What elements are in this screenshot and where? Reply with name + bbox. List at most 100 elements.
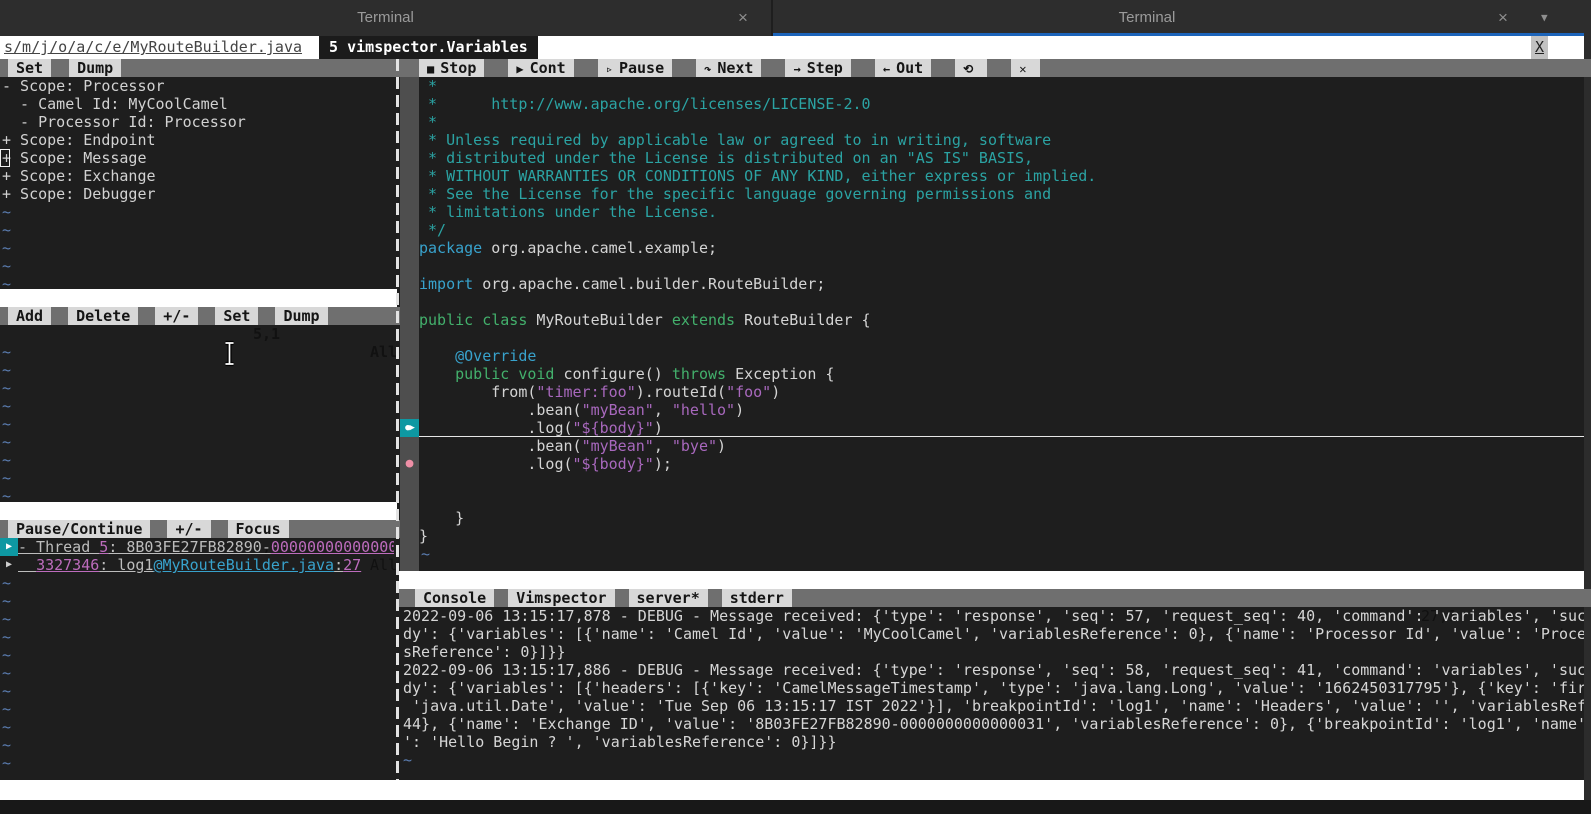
console-log-line: dy': {'variables': [{'name': 'Camel Id',… <box>403 625 1584 643</box>
code-line: .log("${body}") <box>419 419 663 437</box>
close-icon: ✕ <box>1019 62 1026 76</box>
code-line: } <box>419 509 464 527</box>
console-tab-vimspector-button[interactable]: Vimspector <box>508 589 614 607</box>
tilde: ~ <box>2 574 11 592</box>
code-line: from("timer:foo").routeId("foo") <box>419 383 780 401</box>
toolbar-step-button[interactable]: →Step <box>785 59 850 77</box>
tilde: ~ <box>2 275 11 289</box>
variables-set-button[interactable]: Set <box>8 59 51 77</box>
variables-statusline[interactable]: vimspector.Variables [RO] 5,1 All <box>0 289 397 307</box>
toolbar-close-button[interactable]: ✕ <box>1011 59 1040 77</box>
stacktrace-focus-button[interactable]: Focus <box>228 520 289 538</box>
watches-panel: ~~~~~~~~~ <box>0 325 394 502</box>
code-line: * http://www.apache.org/licenses/LICENSE… <box>419 95 871 113</box>
watches-set-button[interactable]: Set <box>215 307 258 325</box>
toolbar-pause-button[interactable]: ▹Pause <box>598 59 672 77</box>
variables-set-label: Set <box>16 59 43 77</box>
watches-delete-button[interactable]: Delete <box>68 307 138 325</box>
sign-column[interactable] <box>400 77 419 571</box>
terminal-title: Terminal <box>773 0 1591 36</box>
watches-dump-label: Dump <box>283 307 319 325</box>
code-line: } <box>419 527 428 545</box>
watches-add-button[interactable]: Add <box>8 307 51 325</box>
watches-statusline[interactable]: vimspector.Watches 0,0-1 All <box>0 502 397 520</box>
stack-frame-line[interactable]: ▶ 3327346: log1@MyRouteBuilder.java:27 <box>0 556 361 574</box>
tilde: ~ <box>2 610 11 628</box>
console-tab-console-button[interactable]: Console <box>415 589 494 607</box>
console-log-line: 2022-09-06 13:15:17,886 - DEBUG - Messag… <box>403 661 1584 679</box>
variable-tree-line[interactable]: + Scope: Exchange <box>2 167 156 185</box>
console-log-line: 'java.util.Date', 'value': 'Tue Sep 06 1… <box>403 697 1584 715</box>
program-counter-sign: ●▶ <box>400 419 419 437</box>
chevron-down-icon[interactable]: ▼ <box>1541 0 1548 36</box>
watches-plus-minus-button[interactable]: +/- <box>155 307 198 325</box>
variable-tree-line[interactable]: + Scope: Message <box>2 149 147 167</box>
stacktrace-pause-continue-button[interactable]: Pause/Continue <box>8 520 150 538</box>
console-log-line: dy': {'variables': [{'headers': [{'key':… <box>403 679 1584 697</box>
tilde: ~ <box>2 203 11 221</box>
code-line: import org.apache.camel.builder.RouteBui… <box>419 275 825 293</box>
bottom-statusline[interactable]: vimspector.StackTrace [RO] 1,1 All _vims… <box>0 780 1584 800</box>
code-editor: * * http://www.apache.org/licenses/LICEN… <box>419 77 1584 571</box>
console-tab-stderr-button[interactable]: stderr <box>722 589 792 607</box>
code-line: * distributed under the License is distr… <box>419 149 1033 167</box>
current-line-underline <box>419 436 1584 437</box>
toolbar-next-label: Next <box>717 59 753 77</box>
tilde: ~ <box>2 592 11 610</box>
vim-command-line <box>0 800 1591 814</box>
console-winbar: Console Vimspector server* stderr <box>399 589 1591 607</box>
tab-vimspector-variables[interactable]: 5 vimspector.Variables <box>319 36 538 59</box>
close-icon[interactable]: × <box>738 0 748 36</box>
toolbar-restart-button[interactable]: ⟲ <box>955 59 987 77</box>
toolbar-next-button[interactable]: ↷ Next <box>696 59 761 77</box>
console-output: 2022-09-06 13:15:17,878 - DEBUG - Messag… <box>399 607 1584 778</box>
pause-icon: ▹ <box>606 62 613 76</box>
tilde: ~ <box>2 361 11 379</box>
variable-tree-line[interactable]: - Processor Id: Processor <box>2 113 246 131</box>
tab-myroutebuilder[interactable]: s/m/j/o/a/c/e/MyRouteBuilder.java <box>0 36 310 59</box>
variables-dump-label: Dump <box>77 59 113 77</box>
next-icon: ↷ <box>704 62 711 76</box>
breakpoint-sign[interactable]: ● <box>400 455 419 473</box>
toolbar-out-button[interactable]: ←Out <box>875 59 931 77</box>
watches-add-label: Add <box>16 307 43 325</box>
tilde: ~ <box>2 754 11 772</box>
console-log-line: 44}, {'name': 'Exchange ID', 'value': '8… <box>403 715 1584 733</box>
variable-tree-line[interactable]: - Camel Id: MyCoolCamel <box>2 95 228 113</box>
code-line: .bean("myBean", "bye") <box>419 437 726 455</box>
tilde: ~ <box>2 433 11 451</box>
console-tab-vimspector-label: Vimspector <box>516 589 606 607</box>
toolbar-continue-button[interactable]: ▶Cont <box>508 59 573 77</box>
close-icon[interactable]: × <box>1498 0 1508 36</box>
toolbar-out-label: Out <box>896 59 923 77</box>
tab-close-button[interactable]: X <box>1531 36 1548 59</box>
current-frame-icon[interactable]: ▶ <box>0 556 18 574</box>
variable-tree-line[interactable]: - Scope: Processor <box>2 77 165 95</box>
console-tab-server-button[interactable]: server* <box>629 589 708 607</box>
variables-panel: - Scope: Processor - Camel Id: MyCoolCam… <box>0 77 394 289</box>
stacktrace-pause-continue-label: Pause/Continue <box>16 520 142 538</box>
stacktrace-plus-minus-button[interactable]: +/- <box>167 520 210 538</box>
variables-dump-button[interactable]: Dump <box>69 59 121 77</box>
code-line: * limitations under the License. <box>419 203 717 221</box>
watches-dump-button[interactable]: Dump <box>275 307 327 325</box>
code-statusline[interactable]: src/main/java/org/apache/camel/example/M… <box>399 571 1584 589</box>
restart-icon: ⟲ <box>963 62 973 76</box>
console-log-line: 2022-09-06 13:15:17,878 - DEBUG - Messag… <box>403 607 1584 625</box>
terminal-titlebar-left[interactable]: Terminal × <box>0 0 771 36</box>
toolbar-stop-button[interactable]: ■Stop <box>419 59 484 77</box>
variable-tree-line[interactable]: + Scope: Endpoint <box>2 131 156 149</box>
code-line: @Override <box>419 347 536 365</box>
stacktrace-winbar: Pause/Continue +/- Focus <box>0 520 404 538</box>
tilde: ~ <box>2 646 11 664</box>
vim-cursor <box>0 149 10 167</box>
toolbar-step-label: Step <box>807 59 843 77</box>
stack-frame-line[interactable]: ▶- Thread 5: 8B03FE27FB82890-00000000000… <box>0 538 394 556</box>
current-frame-icon[interactable]: ▶ <box>0 538 18 556</box>
terminal-titlebar-right[interactable]: Terminal × ▼ <box>773 0 1591 36</box>
tilde: ~ <box>2 682 11 700</box>
tilde: ~ <box>2 221 11 239</box>
code-line: */ <box>419 221 446 239</box>
variable-tree-line[interactable]: + Scope: Debugger <box>2 185 156 203</box>
terminal-scrollbar[interactable] <box>1584 36 1591 814</box>
